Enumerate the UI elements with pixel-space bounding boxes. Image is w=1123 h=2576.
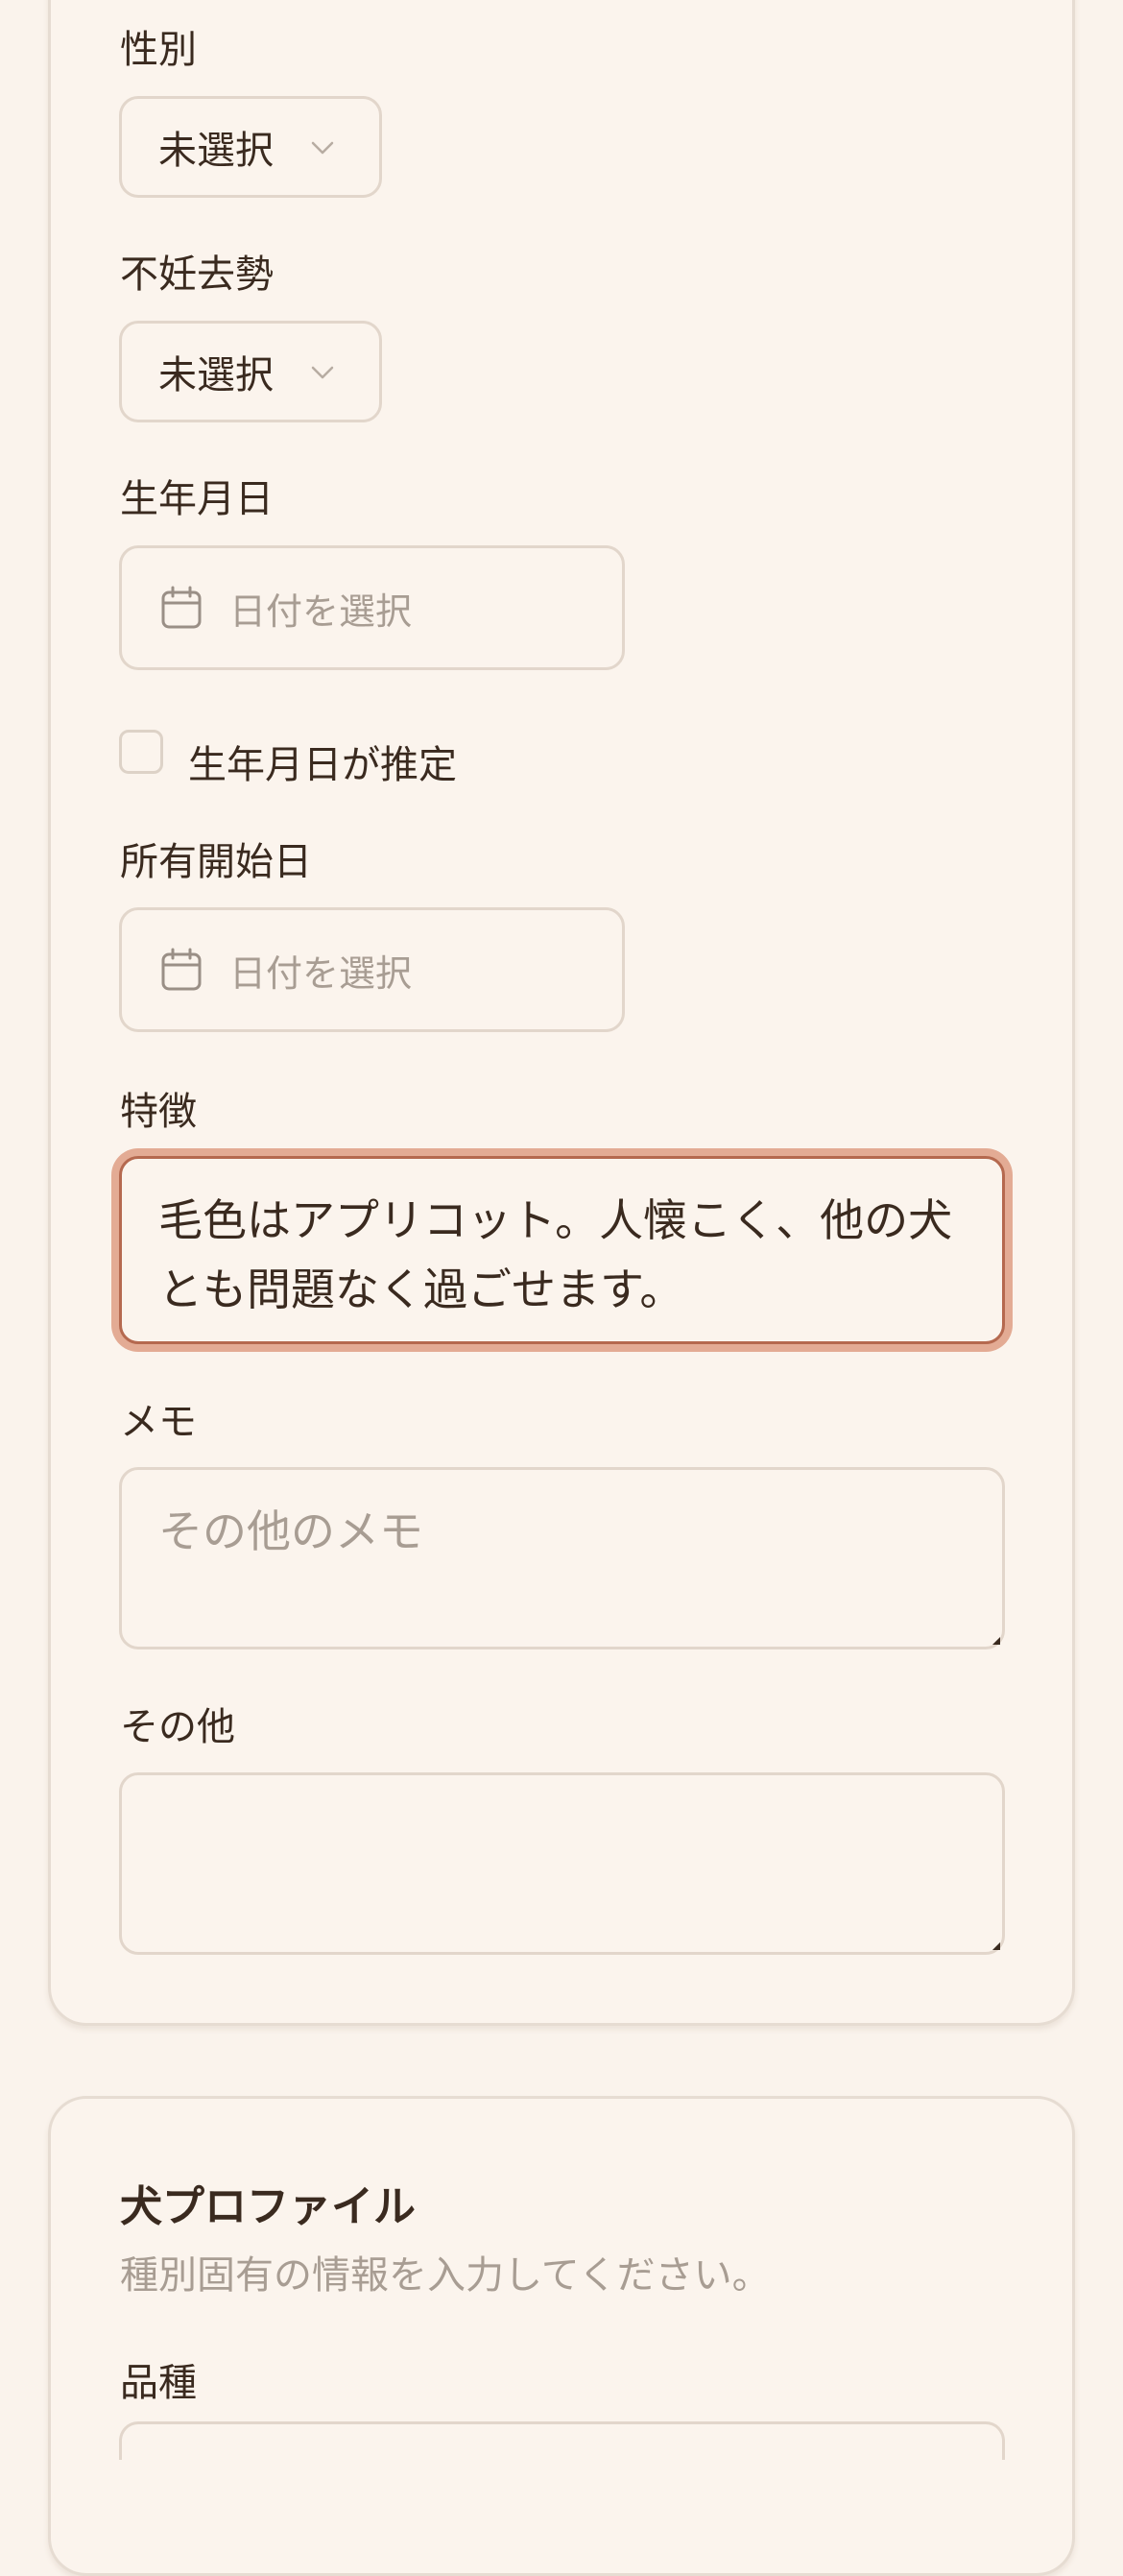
calendar-icon <box>161 948 202 991</box>
birthdate-estimated-checkbox[interactable] <box>119 730 163 774</box>
features-label: 特徴 <box>120 1090 197 1134</box>
neuter-label: 不妊去勢 <box>120 253 274 297</box>
memo-label: メモ <box>120 1400 197 1444</box>
birthdate-placeholder: 日付を選択 <box>229 590 413 633</box>
chevron-down-icon <box>311 366 334 379</box>
sex-select-value: 未選択 <box>158 129 274 173</box>
memo-textarea[interactable]: その他のメモ <box>119 1467 1005 1649</box>
memo-placeholder: その他のメモ <box>158 1505 423 1557</box>
neuter-select-value: 未選択 <box>158 353 274 397</box>
sex-select[interactable]: 未選択 <box>119 96 382 198</box>
birthdate-picker[interactable]: 日付を選択 <box>119 545 625 670</box>
resize-handle-icon[interactable] <box>992 1942 1000 1950</box>
ownership-start-picker[interactable]: 日付を選択 <box>119 907 625 1032</box>
neuter-select[interactable]: 未選択 <box>119 321 382 422</box>
other-label: その他 <box>120 1705 235 1749</box>
chevron-down-icon <box>311 141 334 155</box>
resize-handle-icon[interactable] <box>992 1637 1000 1645</box>
other-textarea[interactable] <box>119 1772 1005 1955</box>
features-text: 毛色はアプリコット。人懐こく、他の犬とも問題なく過ごせます。 <box>158 1194 953 1315</box>
dog-profile-title: 犬プロファイル <box>120 2182 416 2231</box>
breed-label: 品種 <box>120 2361 197 2405</box>
dog-profile-description: 種別固有の情報を入力してください。 <box>120 2253 771 2298</box>
ownership-start-label: 所有開始日 <box>120 840 312 884</box>
ownership-start-placeholder: 日付を選択 <box>229 951 413 995</box>
features-textarea[interactable]: 毛色はアプリコット。人懐こく、他の犬とも問題なく過ごせます。 <box>119 1156 1005 1344</box>
sex-label: 性別 <box>120 28 197 72</box>
birthdate-label: 生年月日 <box>120 477 274 521</box>
dog-profile-card <box>48 2096 1075 2576</box>
breed-select[interactable] <box>119 2421 1005 2460</box>
birthdate-estimated-label[interactable]: 生年月日が推定 <box>188 734 457 789</box>
calendar-icon <box>161 586 202 629</box>
